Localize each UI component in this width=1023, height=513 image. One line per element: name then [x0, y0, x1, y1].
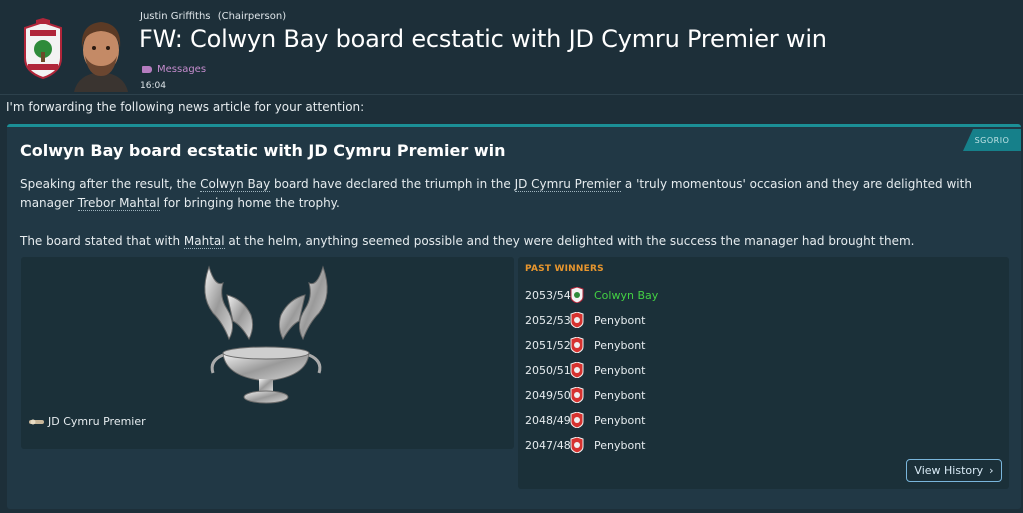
text-segment: board have declared the triumph in the: [270, 177, 515, 191]
sender-role: (Chairperson): [217, 11, 287, 22]
competition-label[interactable]: JD Cymru Premier: [29, 415, 146, 428]
club-name[interactable]: Penybont: [594, 364, 646, 377]
view-history-label: View History: [914, 464, 984, 477]
club-name[interactable]: Penybont: [594, 389, 646, 402]
forward-note: I'm forwarding the following news articl…: [0, 94, 1023, 122]
club-link[interactable]: Colwyn Bay: [200, 177, 271, 192]
source-tag: SGORIO: [963, 129, 1021, 151]
club-name[interactable]: Penybont: [594, 439, 646, 452]
winner-row[interactable]: 2047/48 Penybont: [525, 435, 646, 455]
penybont-crest-icon: [570, 312, 584, 328]
manager-link[interactable]: Trebor Mahtal: [77, 196, 160, 211]
season: 2048/49: [525, 413, 571, 427]
tag-icon: [142, 66, 152, 73]
message-time: 16:04: [140, 81, 166, 91]
message-header: Justin Griffiths (Chairperson) FW: Colwy…: [0, 0, 1023, 94]
club-name[interactable]: Penybont: [594, 339, 646, 352]
text-segment: Speaking after the result, the: [20, 177, 201, 191]
past-winners-panel: PAST WINNERS 2053/54 Colwyn Bay 2052/53 …: [518, 257, 1009, 489]
colwyn-bay-crest-icon[interactable]: [22, 18, 64, 80]
view-history-button[interactable]: View History ›: [906, 459, 1002, 482]
text-segment: at the helm, anything seemed possible an…: [224, 234, 915, 248]
club-name[interactable]: Penybont: [594, 414, 646, 427]
competition-link[interactable]: JD Cymru Premier: [514, 177, 622, 192]
article-paragraph: Speaking after the result, the Colwyn Ba…: [20, 175, 1010, 213]
manager-link[interactable]: Mahtal: [183, 234, 225, 249]
article-title: Colwyn Bay board ecstatic with JD Cymru …: [20, 141, 506, 160]
chairperson-avatar[interactable]: [68, 12, 134, 92]
message-folder[interactable]: Messages: [142, 64, 206, 75]
season: 2051/52: [525, 338, 571, 352]
season: 2047/48: [525, 438, 571, 452]
winner-row[interactable]: 2052/53 Penybont: [525, 310, 646, 330]
penybont-crest-icon: [570, 387, 584, 403]
sender-name[interactable]: Justin Griffiths: [140, 11, 211, 22]
penybont-crest-icon: [570, 337, 584, 353]
text-segment: The board stated that with: [20, 234, 184, 248]
winner-row[interactable]: 2048/49 Penybont: [525, 410, 646, 430]
sender-line: Justin Griffiths (Chairperson): [140, 11, 286, 22]
winner-row[interactable]: 2049/50 Penybont: [525, 385, 646, 405]
season: 2053/54: [525, 288, 571, 302]
club-name[interactable]: Penybont: [594, 314, 646, 327]
winner-row[interactable]: 2050/51 Penybont: [525, 360, 646, 380]
penybont-crest-icon: [570, 412, 584, 428]
penybont-crest-icon: [570, 362, 584, 378]
news-article-card: SGORIO Colwyn Bay board ecstatic with JD…: [7, 124, 1021, 509]
season: 2049/50: [525, 388, 571, 402]
trophy-panel: JD Cymru Premier: [21, 257, 514, 449]
season: 2052/53: [525, 313, 571, 327]
article-body: Speaking after the result, the Colwyn Ba…: [20, 175, 1010, 270]
season: 2050/51: [525, 363, 571, 377]
text-segment: for bringing home the trophy.: [159, 196, 340, 210]
winner-row[interactable]: 2053/54 Colwyn Bay: [525, 285, 658, 305]
penybont-crest-icon: [570, 437, 584, 453]
competition-icon: [29, 419, 44, 424]
folder-label: Messages: [157, 64, 207, 75]
article-paragraph: The board stated that with Mahtal at the…: [20, 232, 1010, 251]
competition-name: JD Cymru Premier: [48, 415, 146, 428]
colwyn-bay-crest-icon: [570, 287, 584, 303]
message-subject: FW: Colwyn Bay board ecstatic with JD Cy…: [139, 25, 827, 53]
club-name[interactable]: Colwyn Bay: [594, 289, 658, 302]
past-winners-title: PAST WINNERS: [525, 264, 604, 274]
trophy-image: [204, 265, 328, 404]
chevron-right-icon: ›: [989, 464, 994, 477]
winner-row[interactable]: 2051/52 Penybont: [525, 335, 646, 355]
